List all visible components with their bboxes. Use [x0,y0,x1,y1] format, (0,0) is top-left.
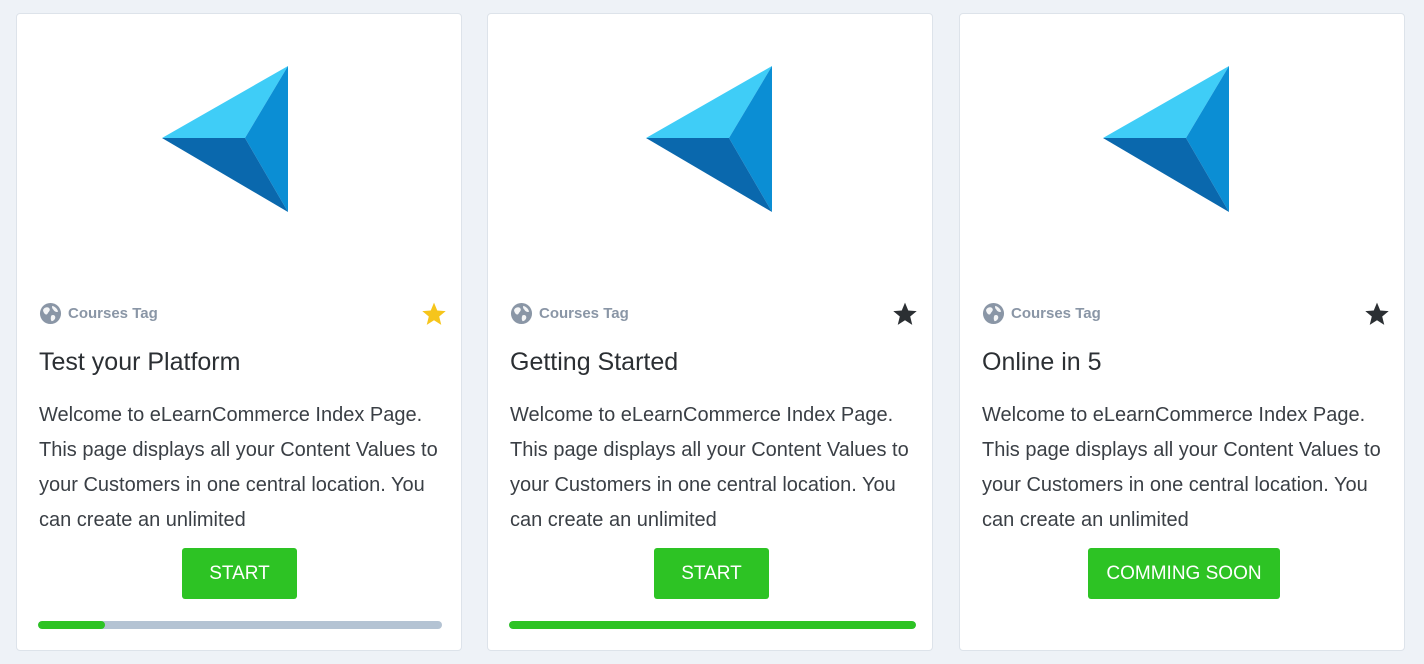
course-description: Welcome to eLearnCommerce Index Page. Th… [39,404,438,531]
course-tag-label: Courses Tag [539,305,629,322]
globe-icon [39,302,62,325]
progress-fill [509,621,916,629]
progress-bar [509,621,916,629]
star-icon[interactable] [1364,301,1390,327]
course-tag-label: Courses Tag [1011,305,1101,322]
elearn-logo-icon [646,66,772,212]
course-description: Welcome to eLearnCommerce Index Page. Th… [510,404,909,531]
star-icon[interactable] [892,301,918,327]
start-button[interactable]: START [654,548,769,599]
course-title[interactable]: Test your Platform [39,348,240,377]
elearn-logo-icon [1103,66,1229,212]
globe-icon [982,302,1005,325]
course-thumbnail[interactable] [488,14,932,272]
start-button[interactable]: START [182,548,297,599]
tag-row: Courses Tag [982,301,1390,327]
progress-bar [38,621,442,629]
elearn-logo-icon [162,66,288,212]
tag-row: Courses Tag [510,301,918,327]
course-title[interactable]: Online in 5 [982,348,1102,377]
progress-fill [38,621,105,629]
course-tag-label: Courses Tag [68,305,158,322]
course-card[interactable]: Courses Tag Online in 5 Welcome to eLear… [959,13,1405,651]
course-thumbnail[interactable] [960,14,1404,272]
coming-soon-button[interactable]: COMMING SOON [1088,548,1280,599]
course-thumbnail[interactable] [17,14,461,272]
star-icon[interactable] [421,301,447,327]
tag-row: Courses Tag [39,301,447,327]
course-card[interactable]: Courses Tag Getting Started Welcome to e… [487,13,933,651]
course-title[interactable]: Getting Started [510,348,678,377]
course-description: Welcome to eLearnCommerce Index Page. Th… [982,404,1381,531]
globe-icon [510,302,533,325]
course-card[interactable]: Courses Tag Test your Platform Welcome t… [16,13,462,651]
